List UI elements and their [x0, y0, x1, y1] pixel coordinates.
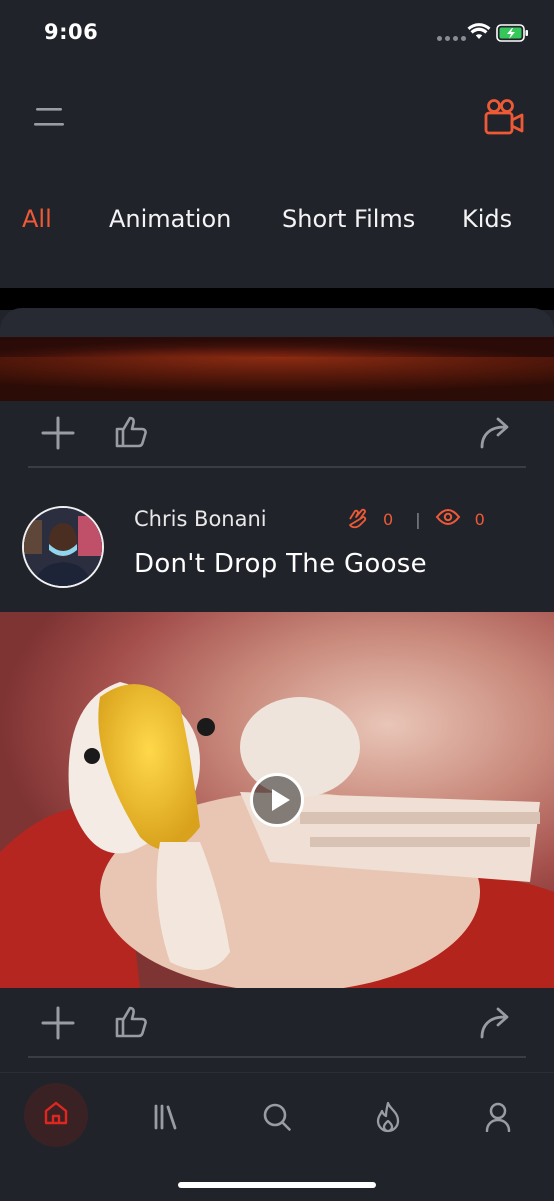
thumbs-up-icon[interactable] — [114, 414, 150, 454]
thumbs-up-icon[interactable] — [114, 1004, 150, 1044]
tab-animation[interactable]: Animation — [109, 205, 231, 233]
tab-short-films[interactable]: Short Films — [282, 205, 415, 233]
clap-count: 0 — [383, 509, 394, 529]
clap-icon — [345, 505, 369, 533]
nav-profile[interactable] — [474, 1095, 522, 1143]
tab-kids[interactable]: Kids — [462, 205, 512, 233]
video-camera-icon[interactable] — [483, 98, 525, 142]
plus-icon[interactable] — [40, 415, 76, 455]
signal-icon — [437, 36, 466, 41]
nav-library[interactable] — [142, 1095, 190, 1143]
post-title[interactable]: Don't Drop The Goose — [134, 549, 427, 579]
divider — [28, 466, 526, 468]
search-icon — [261, 1101, 293, 1137]
wifi-icon — [467, 22, 491, 46]
post-actions — [0, 401, 554, 461]
nav-trending[interactable] — [364, 1095, 412, 1143]
plus-icon[interactable] — [40, 1005, 76, 1045]
home-icon — [42, 1099, 70, 1131]
nav-search[interactable] — [253, 1095, 301, 1143]
hamburger-menu-icon[interactable] — [34, 107, 64, 133]
play-button[interactable] — [250, 773, 304, 827]
share-arrow-icon[interactable] — [478, 1005, 514, 1045]
eye-icon — [435, 507, 461, 531]
feed-separator — [0, 288, 554, 310]
status-time: 9:06 — [44, 20, 99, 44]
battery-charging-icon — [496, 22, 530, 48]
library-icon — [152, 1103, 180, 1135]
flame-icon — [374, 1101, 402, 1137]
category-tabs: All Animation Short Films Kids — [0, 205, 554, 245]
view-count: 0 — [474, 509, 485, 529]
home-indicator[interactable] — [178, 1182, 376, 1188]
post-actions — [0, 991, 554, 1051]
post-stats: 0 | 0 — [345, 505, 485, 533]
stats-separator: | — [415, 509, 421, 529]
profile-icon — [484, 1102, 512, 1136]
divider — [28, 1056, 526, 1058]
video-thumbnail[interactable] — [0, 337, 554, 401]
avatar[interactable] — [22, 506, 104, 588]
nav-home[interactable] — [24, 1083, 88, 1147]
tab-all[interactable]: All — [22, 205, 52, 233]
share-arrow-icon[interactable] — [478, 415, 514, 455]
author-name[interactable]: Chris Bonani — [134, 507, 267, 531]
